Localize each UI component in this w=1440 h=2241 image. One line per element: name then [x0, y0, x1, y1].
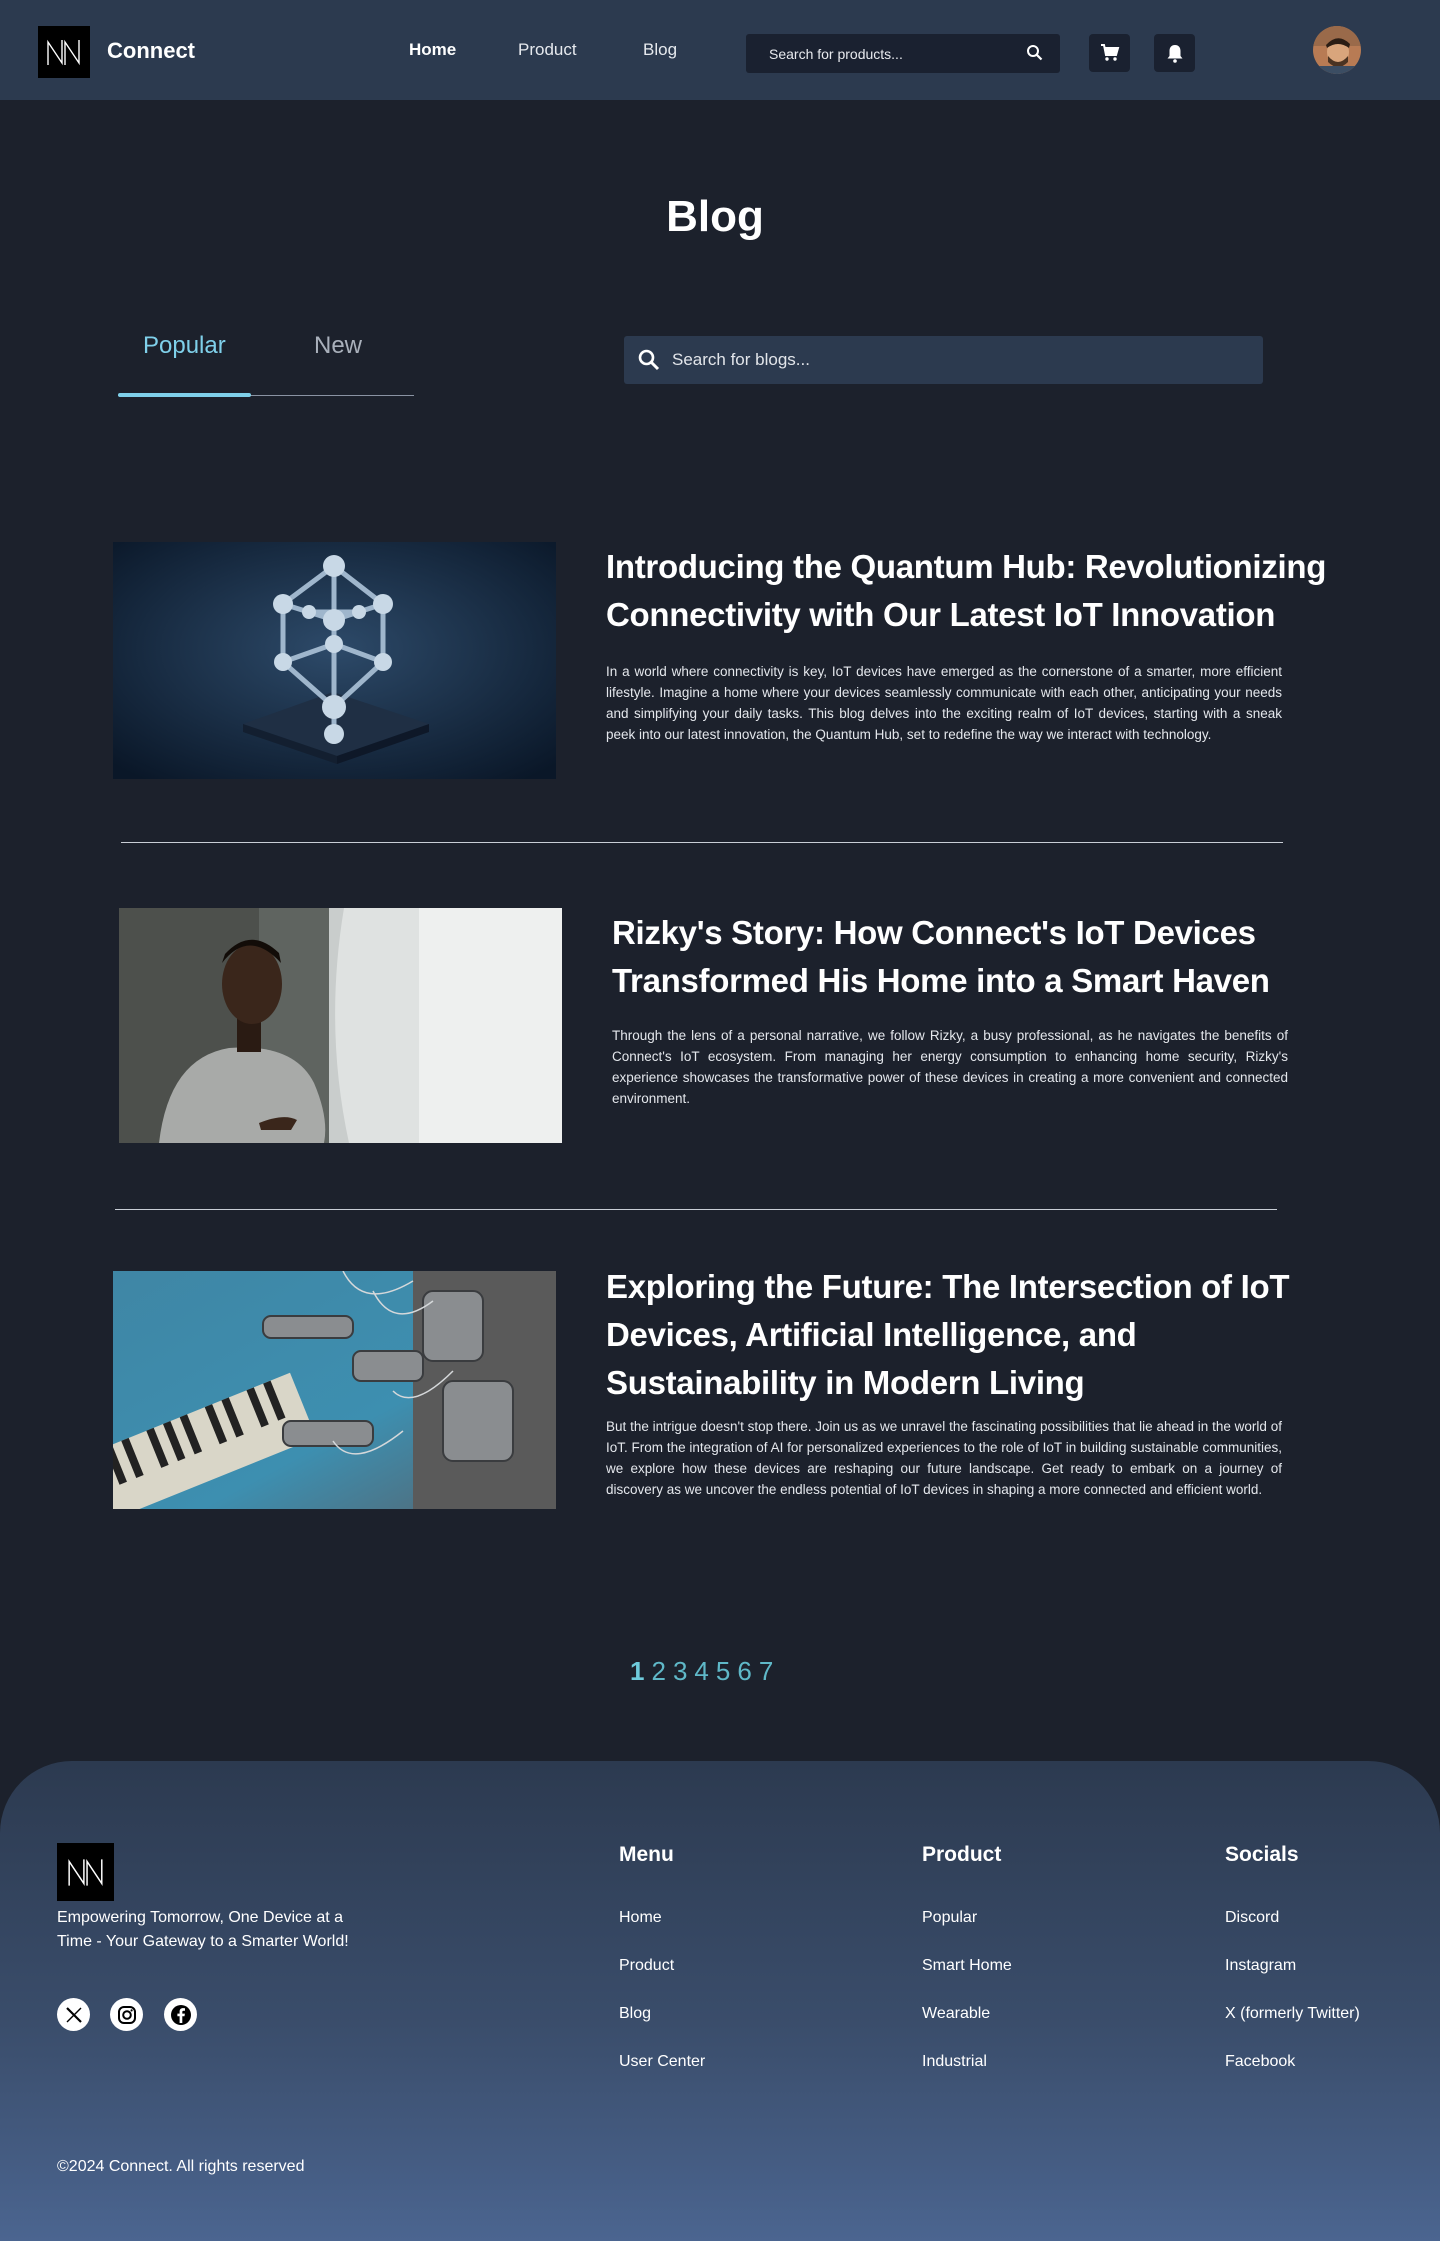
- post-title[interactable]: Introducing the Quantum Hub: Revolutioni…: [606, 543, 1346, 639]
- post-excerpt: But the intrigue doesn't stop there. Joi…: [606, 1419, 1282, 1497]
- tab-popular[interactable]: Popular: [143, 332, 226, 360]
- post-title[interactable]: Rizky's Story: How Connect's IoT Devices…: [612, 909, 1352, 1005]
- top-navbar: Connect Home Product Blog: [0, 0, 1440, 100]
- footer-link-user-center[interactable]: User Center: [619, 2053, 705, 2071]
- page-7[interactable]: 7: [759, 1656, 773, 1687]
- footer-link-facebook[interactable]: Facebook: [1225, 2053, 1295, 2071]
- footer-menu-title: Menu: [619, 1843, 674, 1866]
- nav-product[interactable]: Product: [518, 40, 577, 60]
- post-image-future[interactable]: [113, 1271, 556, 1509]
- footer-logo[interactable]: [57, 1843, 114, 1901]
- notification-button[interactable]: [1154, 34, 1195, 72]
- x-icon[interactable]: [57, 1998, 90, 2031]
- footer-link-product[interactable]: Product: [619, 1957, 674, 1975]
- user-avatar[interactable]: [1313, 26, 1361, 74]
- page-3[interactable]: 3: [673, 1656, 687, 1687]
- footer-link-smart-home[interactable]: Smart Home: [922, 1957, 1012, 1975]
- copyright: ©2024 Connect. All rights reserved: [57, 2158, 305, 2175]
- product-search-input[interactable]: [746, 34, 1016, 73]
- cart-icon: [1100, 44, 1119, 61]
- blog-search: [624, 336, 1263, 384]
- page-4[interactable]: 4: [694, 1656, 708, 1687]
- post-title[interactable]: Exploring the Future: The Intersection o…: [606, 1263, 1346, 1407]
- tab-new[interactable]: New: [314, 332, 362, 360]
- footer-link-wearable[interactable]: Wearable: [922, 2005, 990, 2023]
- page-title: Blog: [666, 192, 764, 241]
- pagination: 1 2 3 4 5 6 7: [630, 1656, 773, 1687]
- nav-blog[interactable]: Blog: [643, 40, 677, 60]
- logo-icon: [47, 39, 80, 66]
- footer-socials-title: Socials: [1225, 1843, 1299, 1866]
- post-divider: [115, 1209, 1277, 1210]
- page-6[interactable]: 6: [737, 1656, 751, 1687]
- footer-link-instagram[interactable]: Instagram: [1225, 1957, 1296, 1975]
- footer-link-x[interactable]: X (formerly Twitter): [1225, 2005, 1360, 2023]
- post-excerpt: In a world where connectivity is key, Io…: [606, 664, 1282, 742]
- footer-link-home[interactable]: Home: [619, 1909, 662, 1927]
- active-tab-indicator: [118, 393, 251, 397]
- footer-tagline: Empowering Tomorrow, One Device at a Tim…: [57, 1909, 349, 1950]
- footer-link-popular[interactable]: Popular: [922, 1909, 977, 1927]
- search-icon[interactable]: [1026, 44, 1044, 67]
- nav-home[interactable]: Home: [409, 40, 456, 60]
- blog-search-input[interactable]: [672, 336, 1252, 384]
- cart-button[interactable]: [1089, 34, 1130, 72]
- page-2[interactable]: 2: [651, 1656, 665, 1687]
- footer-link-blog[interactable]: Blog: [619, 2005, 651, 2023]
- page-1[interactable]: 1: [630, 1656, 644, 1687]
- facebook-icon[interactable]: [164, 1998, 197, 2031]
- post-image-quantum-hub[interactable]: [113, 542, 556, 779]
- footer-product-title: Product: [922, 1843, 1002, 1866]
- search-icon[interactable]: [637, 348, 661, 377]
- brand-logo[interactable]: [38, 26, 90, 78]
- bell-icon: [1167, 45, 1182, 63]
- page-5[interactable]: 5: [716, 1656, 730, 1687]
- logo-icon: [67, 1859, 103, 1887]
- product-search: [746, 34, 1060, 73]
- footer-link-discord[interactable]: Discord: [1225, 1909, 1279, 1927]
- blog-tabs: Popular New: [118, 330, 414, 397]
- instagram-icon[interactable]: [110, 1998, 143, 2031]
- post-image-rizky[interactable]: [119, 908, 562, 1143]
- post-excerpt: Through the lens of a personal narrative…: [612, 1028, 1288, 1106]
- footer-link-industrial[interactable]: Industrial: [922, 2053, 987, 2071]
- brand-name[interactable]: Connect: [107, 38, 195, 64]
- footer: Empowering Tomorrow, One Device at a Tim…: [0, 1761, 1440, 2241]
- post-divider: [121, 842, 1283, 843]
